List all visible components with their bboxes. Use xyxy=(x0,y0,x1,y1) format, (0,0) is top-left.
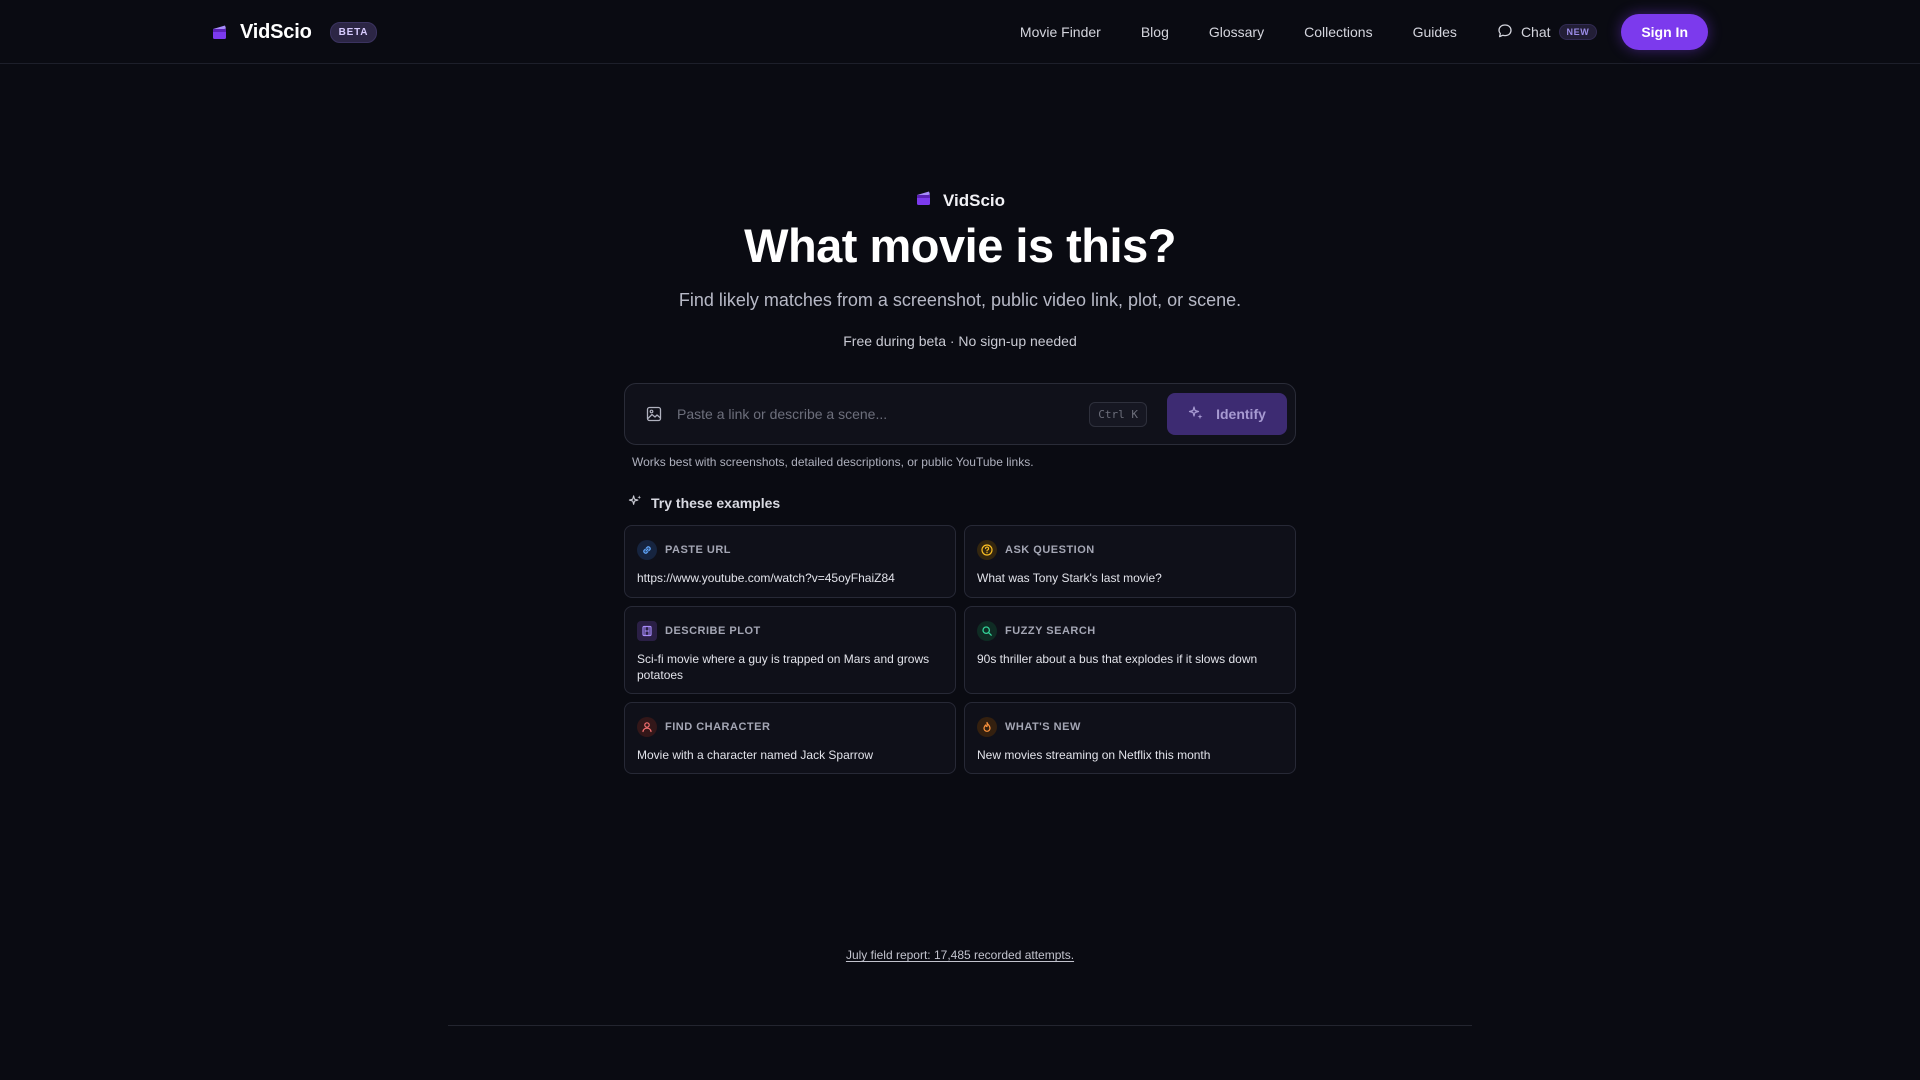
image-upload-icon[interactable] xyxy=(645,405,663,423)
example-card-ask-question[interactable]: ASK QUESTION What was Tony Stark's last … xyxy=(964,525,1296,598)
examples-heading-label: Try these examples xyxy=(651,495,781,511)
chat-label: Chat xyxy=(1520,24,1551,40)
nav-link-blog[interactable]: Blog xyxy=(1141,24,1169,40)
card-label: DESCRIBE PLOT xyxy=(665,625,761,637)
search-hint: Works best with screenshots, detailed de… xyxy=(632,455,1034,469)
sparkles-icon xyxy=(628,494,643,512)
card-label: ASK QUESTION xyxy=(1005,544,1095,556)
brand-name: VidScio xyxy=(240,20,312,43)
card-text: What was Tony Stark's last movie? xyxy=(977,571,1162,585)
beta-badge: BETA xyxy=(329,21,378,43)
nav-link-guides[interactable]: Guides xyxy=(1413,24,1457,40)
card-label: WHAT'S NEW xyxy=(1005,721,1081,733)
brand[interactable]: VidScio BETA xyxy=(210,18,378,46)
search-icon xyxy=(977,621,997,641)
card-text: Sci-fi movie where a guy is trapped on M… xyxy=(637,652,930,682)
example-card-whats-new[interactable]: WHAT'S NEW New movies streaming on Netfl… xyxy=(964,702,1296,774)
examples-grid: PASTE URL https://www.youtube.com/watch?… xyxy=(624,525,1296,774)
search-input[interactable] xyxy=(677,406,1090,422)
card-text: https://www.youtube.com/watch?v=45oyFhai… xyxy=(637,571,895,585)
example-card-paste-url[interactable]: PASTE URL https://www.youtube.com/watch?… xyxy=(624,525,956,598)
nav-link-movie-finder[interactable]: Movie Finder xyxy=(1020,24,1101,40)
card-label: FUZZY SEARCH xyxy=(1005,625,1096,637)
example-card-fuzzy-search[interactable]: FUZZY SEARCH 90s thriller about a bus th… xyxy=(964,606,1296,694)
hero-brand-name: VidScio xyxy=(942,190,1006,210)
examples-heading: Try these examples xyxy=(628,494,780,512)
example-card-find-character[interactable]: FIND CHARACTER Movie with a character na… xyxy=(624,702,956,774)
nav-link-collections[interactable]: Collections xyxy=(1304,24,1372,40)
identify-button[interactable]: Identify xyxy=(1167,393,1287,435)
clapperboard-logo-icon xyxy=(210,22,230,42)
film-icon xyxy=(637,621,657,641)
field-report: July field report: 17,485 recorded attem… xyxy=(0,946,1920,964)
person-icon xyxy=(637,717,657,737)
flame-icon xyxy=(977,717,997,737)
card-text: New movies streaming on Netflix this mon… xyxy=(977,748,1211,762)
page-subtitle: Find likely matches from a screenshot, p… xyxy=(678,290,1242,310)
clapperboard-icon xyxy=(915,189,933,212)
card-label: FIND CHARACTER xyxy=(665,721,771,733)
sign-in-button[interactable]: Sign In xyxy=(1621,14,1708,50)
hero-brand: VidScio xyxy=(0,189,1920,212)
keyboard-shortcut: Ctrl K xyxy=(1089,401,1147,427)
search-bar: Ctrl K Identify xyxy=(624,383,1296,445)
card-text: Movie with a character named Jack Sparro… xyxy=(637,748,874,762)
footer-divider xyxy=(448,1025,1472,1026)
link-icon xyxy=(637,540,657,560)
chat-bubble-icon xyxy=(1497,23,1513,42)
beta-note: Free during beta · No sign-up needed xyxy=(843,333,1077,349)
identify-label: Identify xyxy=(1216,406,1266,422)
nav-link-glossary[interactable]: Glossary xyxy=(1209,24,1264,40)
field-report-link[interactable]: July field report: 17,485 recorded attem… xyxy=(846,948,1074,962)
question-icon xyxy=(977,540,997,560)
card-text: 90s thriller about a bus that explodes i… xyxy=(977,652,1258,666)
top-nav: VidScio BETA Movie Finder Blog Glossary … xyxy=(0,0,1920,64)
nav-link-chat[interactable]: Chat NEW xyxy=(1497,23,1598,42)
page-title: What movie is this? xyxy=(744,219,1176,272)
new-badge: NEW xyxy=(1558,24,1598,40)
sparkles-icon xyxy=(1188,405,1204,424)
nav-links: Movie Finder Blog Glossary Collections G… xyxy=(1020,12,1708,52)
example-card-describe-plot[interactable]: DESCRIBE PLOT Sci-fi movie where a guy i… xyxy=(624,606,956,694)
card-label: PASTE URL xyxy=(665,544,732,556)
